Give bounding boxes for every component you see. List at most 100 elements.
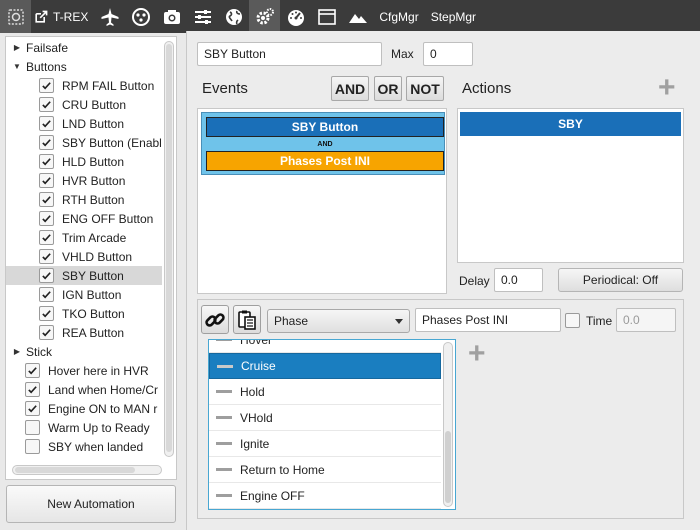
- paste-icon[interactable]: [233, 305, 261, 334]
- tree-item-label: Warm Up to Ready: [48, 420, 150, 435]
- tree-item-checkbox[interactable]: [39, 287, 54, 302]
- max-input[interactable]: 0: [423, 42, 473, 66]
- tree-item-checkbox[interactable]: [39, 97, 54, 112]
- tree-item-checkbox[interactable]: [39, 268, 54, 283]
- events-label: Events: [202, 80, 248, 97]
- tree-item-checkbox[interactable]: [39, 192, 54, 207]
- tree-group-stick[interactable]: ▶ Stick: [6, 342, 162, 361]
- gears-icon[interactable]: [249, 0, 281, 33]
- tree-item[interactable]: RTH Button: [6, 190, 162, 209]
- tree-item[interactable]: SBY Button (Enable: [6, 133, 162, 152]
- tree-item-label: ENG OFF Button: [62, 211, 154, 226]
- periodical-button[interactable]: Periodical: Off: [558, 268, 683, 292]
- tree-item[interactable]: HLD Button: [6, 152, 162, 171]
- expand-down-icon[interactable]: ▼: [12, 62, 22, 71]
- tree-item-checkbox[interactable]: [39, 325, 54, 340]
- tree-item[interactable]: CRU Button: [6, 95, 162, 114]
- action-sby[interactable]: SBY: [460, 112, 681, 136]
- condition-value-input[interactable]: Phases Post INI: [415, 308, 561, 332]
- delay-input[interactable]: 0.0: [494, 268, 543, 292]
- tree-item-checkbox[interactable]: [39, 78, 54, 93]
- tree-item-checkbox[interactable]: [25, 420, 40, 435]
- tree-item[interactable]: LND Button: [6, 114, 162, 133]
- tree-item[interactable]: RPM FAIL Button: [6, 76, 162, 95]
- tree-item-label: SBY Button: [62, 268, 124, 283]
- time-input: 0.0: [616, 308, 676, 332]
- expand-right-icon[interactable]: ▶: [12, 347, 22, 356]
- cfgmgr-menu[interactable]: CfgMgr: [373, 10, 424, 24]
- tree-item[interactable]: TKO Button: [6, 304, 162, 323]
- chevron-down-icon: [395, 319, 403, 324]
- phase-dropdown-list: Engine OFF Return to Home Ignite VHold Hold C…: [208, 339, 456, 510]
- tree-item-checkbox[interactable]: [39, 211, 54, 226]
- gauge-icon[interactable]: [280, 0, 311, 33]
- event-group[interactable]: SBY Button AND Phases Post INI: [201, 112, 445, 175]
- tree-item[interactable]: SBY when landed: [6, 437, 162, 456]
- automation-name-input[interactable]: SBY Button: [197, 42, 382, 66]
- tree-item-checkbox[interactable]: [39, 116, 54, 131]
- tree-item[interactable]: Trim Arcade: [6, 228, 162, 247]
- tree-item-label: Buttons: [26, 59, 67, 74]
- tree-item-checkbox[interactable]: [39, 306, 54, 321]
- tree-horizontal-scrollbar[interactable]: [12, 465, 162, 475]
- mountains-icon[interactable]: [342, 0, 373, 33]
- window-icon[interactable]: [311, 0, 342, 33]
- condition-type-select[interactable]: Phase: [267, 309, 410, 333]
- globe-icon[interactable]: [218, 0, 249, 33]
- dropdown-option[interactable]: Cruise: [209, 353, 441, 379]
- tree-item[interactable]: HVR Button: [6, 171, 162, 190]
- tree-item[interactable]: SBY Button: [6, 266, 162, 285]
- tree-item[interactable]: Hover here in HVR: [6, 361, 162, 380]
- new-automation-button[interactable]: New Automation: [6, 485, 176, 523]
- tree-item[interactable]: REA Button: [6, 323, 162, 342]
- airplane-icon[interactable]: [94, 0, 125, 33]
- and-button[interactable]: AND: [331, 76, 369, 101]
- tree-item-checkbox[interactable]: [39, 230, 54, 245]
- event-phases-post-ini[interactable]: Phases Post INI: [206, 151, 444, 171]
- dots-circle-icon[interactable]: [125, 0, 156, 33]
- link-icon[interactable]: [201, 305, 229, 334]
- event-sby-button[interactable]: SBY Button: [206, 117, 444, 137]
- time-checkbox[interactable]: [565, 313, 580, 328]
- or-button[interactable]: OR: [374, 76, 402, 101]
- tree-item-checkbox[interactable]: [25, 401, 40, 416]
- tree-item-checkbox[interactable]: [39, 135, 54, 150]
- dropdown-option[interactable]: Engine OFF: [209, 483, 441, 509]
- add-condition-icon[interactable]: +: [468, 339, 486, 369]
- dropdown-option[interactable]: Return to Home: [209, 457, 441, 483]
- sliders-icon[interactable]: [187, 0, 218, 33]
- add-action-icon[interactable]: +: [658, 73, 676, 103]
- tree-item[interactable]: Land when Home/Cr: [6, 380, 162, 399]
- tree-item-checkbox[interactable]: [25, 363, 40, 378]
- tree-item[interactable]: VHLD Button: [6, 247, 162, 266]
- tree-vertical-scrollbar[interactable]: [164, 41, 174, 457]
- tree-group-buttons[interactable]: ▼ Buttons: [6, 57, 162, 76]
- tree-item[interactable]: Engine ON to MAN r: [6, 399, 162, 418]
- dropdown-scrollbar[interactable]: [443, 342, 453, 507]
- dropdown-option[interactable]: Ignite: [209, 431, 441, 457]
- external-link-icon[interactable]: [31, 0, 51, 33]
- stepmgr-menu[interactable]: StepMgr: [425, 10, 482, 24]
- event-and-operator: AND: [317, 140, 333, 148]
- tree-item[interactable]: Warm Up to Ready: [6, 418, 162, 437]
- tree-item-checkbox[interactable]: [39, 154, 54, 169]
- not-button[interactable]: NOT: [406, 76, 444, 101]
- expand-right-icon[interactable]: ▶: [12, 43, 22, 52]
- tree-item-checkbox[interactable]: [25, 382, 40, 397]
- events-list: SBY Button AND Phases Post INI: [197, 108, 447, 294]
- tree-item-checkbox[interactable]: [25, 439, 40, 454]
- tree-item-checkbox[interactable]: [39, 173, 54, 188]
- tree-item[interactable]: ENG OFF Button: [6, 209, 162, 228]
- tree-item-label: IGN Button: [62, 287, 122, 302]
- tree-item-checkbox[interactable]: [39, 249, 54, 264]
- dash-icon: [216, 390, 232, 393]
- tree-group-failsafe[interactable]: ▶ Failsafe: [6, 38, 162, 57]
- gear-app-icon[interactable]: [0, 0, 31, 33]
- tree-item-label: Stick: [26, 344, 53, 359]
- dropdown-option[interactable]: Hover: [209, 340, 441, 353]
- camera-icon[interactable]: [156, 0, 187, 33]
- tree-item[interactable]: IGN Button: [6, 285, 162, 304]
- dropdown-option[interactable]: Hold: [209, 379, 441, 405]
- dropdown-option[interactable]: VHold: [209, 405, 441, 431]
- dropdown-option-label: Ignite: [240, 436, 270, 451]
